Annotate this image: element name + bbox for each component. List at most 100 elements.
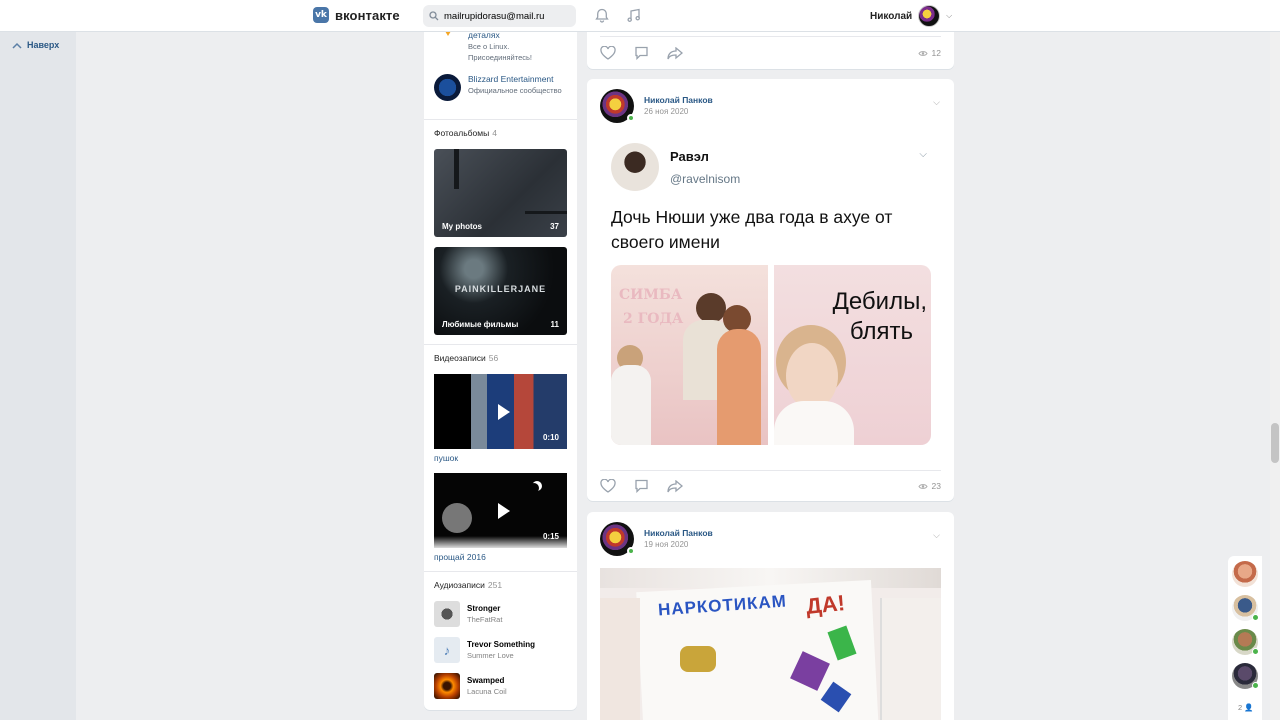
notifications-bell-icon[interactable] [595, 8, 609, 23]
tweet-photo-party: СИМБА 2 ГОДА [611, 265, 768, 445]
post-item: Николай Панков 26 ноя 2020 ⌵ Равэл @rave… [587, 79, 954, 501]
divider [424, 571, 577, 572]
audio-track[interactable]: ♪ Trevor Something Summer Love [434, 637, 535, 663]
drawing-shape [680, 646, 716, 672]
author-avatar[interactable] [600, 89, 635, 123]
chat-avatar[interactable] [1232, 561, 1258, 587]
chat-avatar[interactable] [1232, 595, 1259, 621]
person-head [696, 293, 726, 323]
audio-track[interactable]: Swamped Lacuna Coil [434, 673, 507, 699]
group-title[interactable]: Blizzard Entertainment [468, 74, 562, 85]
post-author[interactable]: Николай Панков [644, 94, 713, 106]
child-dress [774, 401, 854, 445]
photo-albums-heading[interactable]: Фотоальбомы 4 [434, 128, 497, 138]
like-icon[interactable] [600, 479, 616, 493]
play-icon [497, 403, 510, 420]
track-artist[interactable]: Lacuna Coil [467, 686, 507, 697]
top-bar: vk вконтакте mailrupidorasu@mail.ru Нико… [0, 0, 1280, 32]
divider [600, 36, 941, 37]
vk-logo-text: вконтакте [335, 7, 400, 23]
album-count: 37 [550, 222, 559, 231]
post-date[interactable]: 19 ноя 2020 [644, 539, 713, 551]
group-item-blizzard[interactable]: Blizzard Entertainment Официальное сообщ… [424, 74, 572, 101]
post-menu-chevron-icon[interactable]: ⌵ [933, 97, 940, 108]
child-body [611, 365, 651, 445]
online-indicator [1252, 648, 1259, 655]
music-note-icon[interactable] [627, 8, 640, 23]
post-header: Николай Панков 26 ноя 2020 [600, 89, 713, 123]
search-icon [429, 11, 439, 21]
online-indicator [1252, 682, 1259, 689]
tweet-avatar [611, 143, 659, 191]
post-author[interactable]: Николай Панков [644, 527, 713, 539]
track-title: Swamped [467, 676, 505, 685]
vk-logo-icon: vk [313, 7, 329, 23]
album-cover [434, 673, 460, 699]
audio-count: 251 [487, 580, 503, 590]
video-thumbnail[interactable]: 0:10 [434, 374, 567, 449]
album-title: My photos [442, 222, 482, 231]
views-count: 23 [931, 481, 941, 491]
audio-heading[interactable]: Аудиозаписи 251 [434, 580, 502, 590]
online-indicator [627, 547, 635, 555]
chat-count: 2 [1238, 703, 1243, 712]
post-image[interactable]: Равэл @ravelnisom ⌵ Дочь Нюши уже два го… [600, 127, 941, 467]
author-avatar[interactable] [600, 522, 635, 556]
chat-avatar[interactable] [1232, 629, 1259, 655]
video-title[interactable]: пушок [434, 453, 458, 463]
views-count: 12 [931, 48, 941, 58]
online-indicator [627, 114, 635, 122]
videos-heading[interactable]: Видеозаписи 56 [434, 353, 498, 363]
divider [424, 119, 577, 120]
video-title[interactable]: прощай 2016 [434, 552, 486, 562]
divider [600, 470, 941, 471]
album-my-photos[interactable]: My photos 37 [434, 149, 567, 237]
track-title: Stronger [467, 604, 501, 613]
scrollbar-thumb[interactable] [1271, 423, 1279, 463]
album-title: Любимые фильмы [442, 320, 519, 329]
album-favorite-movies[interactable]: PAINKILLERJANE Любимые фильмы 11 [434, 247, 567, 335]
post-image[interactable]: НАРКОТИКАМ ДА! [600, 568, 941, 720]
sign-text: 2 ГОДА [623, 311, 684, 327]
video-duration: 0:15 [542, 532, 559, 541]
track-artist[interactable]: Summer Love [467, 650, 535, 661]
user-menu[interactable]: Николай ⌵ [870, 5, 952, 27]
back-to-top-button[interactable]: Наверх [12, 40, 59, 50]
views-counter: 12 [917, 48, 941, 58]
photo-albums-count: 4 [492, 128, 497, 138]
videos-label: Видеозаписи [434, 353, 486, 363]
moon-icon [529, 483, 539, 493]
album-cover-shape [525, 211, 567, 214]
search-value: mailrupidorasu@mail.ru [444, 10, 545, 22]
videos-count: 56 [488, 353, 499, 363]
share-icon[interactable] [667, 46, 683, 60]
music-note-icon: ♪ [434, 637, 460, 663]
chat-avatar[interactable] [1232, 663, 1259, 689]
share-icon[interactable] [667, 479, 683, 493]
chevron-up-icon [12, 42, 22, 49]
like-icon[interactable] [600, 46, 616, 60]
page-scrollbar[interactable] [1270, 32, 1280, 720]
user-name: Николай [870, 10, 913, 22]
track-artist[interactable]: TheFatRat [467, 614, 502, 625]
vk-logo[interactable]: vk вконтакте [313, 7, 400, 23]
user-avatar [918, 5, 941, 27]
audio-track[interactable]: Stronger TheFatRat [434, 601, 502, 627]
search-input[interactable]: mailrupidorasu@mail.ru [423, 5, 576, 27]
comment-icon[interactable] [634, 479, 649, 493]
chat-counter[interactable]: 2 👤 [1238, 703, 1254, 712]
comment-icon[interactable] [634, 46, 649, 60]
post-previous: 12 [587, 32, 954, 69]
blizzard-logo-icon [434, 74, 461, 101]
online-indicator [1252, 614, 1259, 621]
post-date[interactable]: 26 ноя 2020 [644, 106, 713, 118]
post-menu-chevron-icon[interactable]: ⌵ [933, 530, 940, 541]
poster-right [880, 598, 941, 720]
video-thumbnail[interactable]: 0:15 [434, 473, 567, 548]
album-count: 11 [550, 320, 559, 329]
photo-albums-label: Фотоальбомы [434, 128, 490, 138]
album-cover-shape [454, 149, 459, 189]
group-subtitle: Официальное сообщество [468, 86, 562, 95]
album-cover-overlay-text: PAINKILLERJANE [454, 284, 547, 294]
eye-icon [917, 50, 928, 56]
